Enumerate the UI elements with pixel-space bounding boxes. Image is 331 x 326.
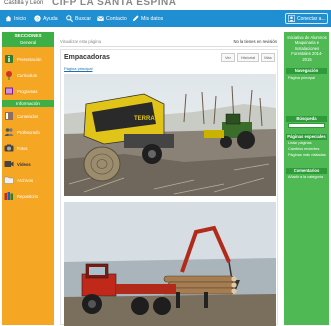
recent-changes-link[interactable]: Cambios recientes [288, 147, 319, 151]
sidebar-section-header: SECCIONES General [2, 32, 54, 47]
nav-contact[interactable]: Contacto [97, 14, 127, 23]
camera-icon [4, 144, 14, 152]
video-icon [4, 161, 14, 167]
list-pages-link[interactable]: Listar páginas [288, 141, 312, 145]
view-button[interactable]: Ver [221, 53, 235, 62]
page-title: Empacadoras [64, 54, 110, 61]
main-page-nav-link[interactable]: Página principal [288, 76, 315, 80]
sidebar-item-label: Fotos [17, 145, 28, 151]
nav-contact-label: Contacto [106, 15, 127, 22]
sidebar-item-label: Archivos [17, 177, 34, 183]
nav-help[interactable]: ? Ayuda [34, 14, 58, 23]
sidebar-item-label: Programas [17, 88, 38, 94]
navigation-block-header: Navegación [286, 68, 327, 74]
nav-mydata[interactable]: Mis datos [132, 14, 163, 23]
people-icon [4, 128, 14, 136]
search-block-header: Búsqueda [286, 116, 327, 122]
region-label: Castilla y León [4, 0, 44, 6]
comments-block-header: Comentarios [286, 168, 327, 174]
books-icon [4, 192, 13, 200]
svg-text:TERRA: TERRA [134, 116, 155, 122]
left-sidebar: SECCIONES General Presentación Curriculu… [2, 32, 54, 325]
sidebar-item-repositorio[interactable]: Repositorio [4, 190, 53, 202]
special-pages-header: Páginas especiales [286, 134, 327, 140]
site-title: CIFP LA SANTA ESPINA [52, 0, 177, 8]
help-icon: ? [34, 15, 41, 22]
sidebar-item-fotos[interactable]: Fotos [4, 142, 53, 154]
book-icon [5, 112, 13, 120]
sidebar-item-videos[interactable]: Vídeos [4, 158, 53, 170]
revision-status: No la tienes en revisión [233, 39, 277, 44]
sidebar-item-label: Profesorado [17, 129, 40, 135]
sidebar-item-label: Presentación [17, 56, 42, 62]
login-button[interactable]: Conectar a... [285, 13, 328, 24]
page-panel: Empacadoras Ver Historial Más Página pri… [60, 49, 278, 326]
breadcrumb: Visualizar esta página No la tienes en r… [60, 39, 278, 47]
nav-home[interactable]: Inicio [5, 14, 26, 23]
right-sidebar: Iniciativa de Alumnos Maquinaria e Insta… [284, 32, 329, 325]
home-icon [5, 15, 12, 22]
sidebar-item-programas[interactable]: Programas [4, 85, 53, 97]
nav-search-label: Buscar [75, 15, 92, 22]
sidebar-section2-header: Información [2, 100, 54, 107]
sidebar-item-profesorado[interactable]: Profesorado [4, 126, 53, 138]
breadcrumb-text: Visualizar esta página [60, 39, 101, 44]
sidebar-item-label: Repositorio [17, 193, 39, 199]
book-icon [5, 87, 13, 95]
sidebar-item-archivos[interactable]: Archivos [4, 174, 53, 186]
baler-photo: TERRA [64, 74, 276, 196]
forwarder-photo [64, 202, 276, 326]
top-navigation: Inicio ? Ayuda Buscar Contacto Mis datos… [0, 10, 331, 27]
sidebar-item-presentacion[interactable]: Presentación [4, 53, 53, 65]
course-intro: Iniciativa de Alumnos Maquinaria e Insta… [287, 35, 327, 62]
mail-icon [97, 16, 104, 21]
add-category-link[interactable]: Añadir a la categoría [288, 175, 323, 179]
user-icon [288, 15, 295, 22]
nav-help-label: Ayuda [43, 15, 58, 22]
flower-icon [6, 71, 12, 80]
sidebar-item-curriculum[interactable]: Curriculum [4, 69, 53, 81]
sidebar-section-title: SECCIONES [14, 33, 42, 38]
nav-home-label: Inicio [14, 15, 27, 22]
site-header: Castilla y León CIFP LA SANTA ESPINA [0, 0, 331, 9]
nav-mydata-label: Mis datos [141, 15, 164, 22]
search-icon [66, 15, 73, 22]
login-label: Conectar a... [297, 15, 326, 22]
search-input[interactable] [288, 123, 325, 128]
sidebar-item-contenidos[interactable]: Contenidos [4, 110, 53, 122]
history-button[interactable]: Historial [237, 53, 259, 62]
sidebar-item-label: Vídeos [17, 161, 31, 167]
folder-icon [4, 176, 14, 184]
most-visited-link[interactable]: Páginas más visitadas [288, 153, 326, 157]
main-page-link[interactable]: Página principal [64, 66, 92, 71]
sidebar-item-label: Curriculum [17, 72, 38, 78]
sidebar-item-label: Contenidos [17, 113, 39, 119]
pencil-icon [132, 15, 139, 22]
nav-search[interactable]: Buscar [66, 14, 91, 23]
svg-text:?: ? [36, 16, 39, 22]
main-content: Visualizar esta página No la tienes en r… [57, 32, 280, 326]
sidebar-section-subtitle: General [19, 40, 37, 45]
more-button[interactable]: Más [261, 53, 275, 62]
info-icon [5, 55, 13, 63]
